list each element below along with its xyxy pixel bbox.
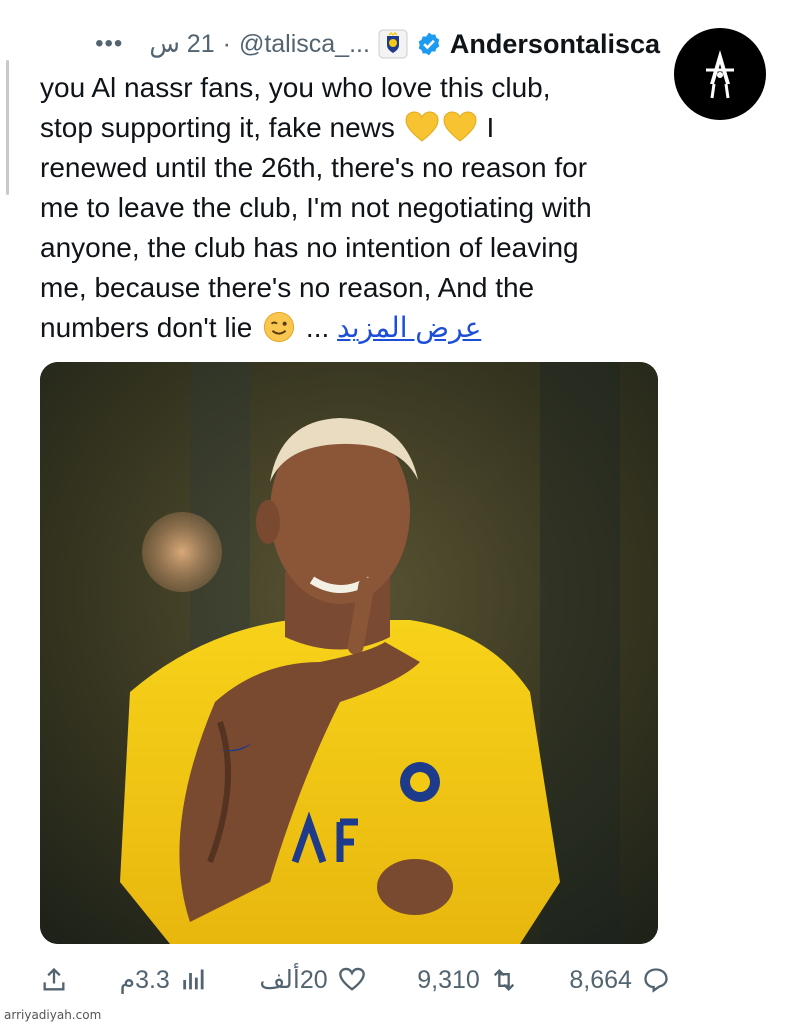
- tweet-line: you Al nassr fans, you who love this clu…: [40, 72, 551, 103]
- tweet-line: renewed until the 26th, there's no reaso…: [40, 152, 588, 183]
- like-button[interactable]: 20ألف: [259, 965, 365, 995]
- club-badge-icon: [378, 29, 408, 59]
- watermark: arriyadiyah.com: [4, 1008, 102, 1022]
- tweet-handle[interactable]: @talisca_...: [239, 30, 370, 59]
- tweet-photo[interactable]: [40, 362, 658, 944]
- retweet-count: 9,310: [417, 965, 480, 994]
- views-button[interactable]: 3.3م: [120, 965, 208, 995]
- reply-button[interactable]: 8,664: [569, 966, 670, 995]
- heart-icon: [338, 967, 365, 991]
- verified-badge-icon: [416, 31, 442, 57]
- avatar[interactable]: [674, 28, 766, 120]
- tweet-line: numbers don't lie ... عرض المزيد: [40, 311, 482, 343]
- meta-separator: ·: [222, 29, 231, 58]
- share-button[interactable]: [40, 966, 68, 994]
- reply-icon: [644, 968, 668, 993]
- like-count: 20ألف: [259, 966, 328, 994]
- reply-count: 8,664: [569, 965, 632, 994]
- display-name[interactable]: Andersontalisca: [450, 29, 660, 60]
- tweet-line: me to leave the club, I'm not negotiatin…: [40, 192, 592, 223]
- tweet-header: Andersontalisca @talisca_... · 21 س •••: [40, 24, 660, 64]
- retweet-button[interactable]: 9,310: [417, 966, 518, 995]
- yellow-heart-icon: [405, 111, 439, 143]
- yellow-heart-icon: [443, 111, 477, 143]
- tweet-time[interactable]: 21 س: [149, 29, 214, 59]
- more-options-button[interactable]: •••: [95, 30, 123, 58]
- share-icon: [43, 967, 65, 991]
- tweet-line: anyone, the club has no intention of lea…: [40, 232, 579, 263]
- tweet-line: me, because there's no reason, And the: [40, 272, 535, 303]
- views-count: 3.3م: [119, 966, 170, 994]
- scrollbar[interactable]: [6, 60, 9, 195]
- winking-face-icon: [262, 311, 296, 343]
- tweet-line: stop supporting it, fake news I: [40, 111, 495, 143]
- see-more-link[interactable]: عرض المزيد: [337, 312, 481, 343]
- retweet-icon: [493, 969, 514, 991]
- tweet-text: you Al nassr fans, you who love this clu…: [40, 68, 670, 348]
- views-icon: [183, 969, 204, 990]
- logo-icon: [706, 50, 734, 99]
- player-photo: [40, 362, 658, 944]
- action-bar: 3.3م 20ألف 9,310 8,664: [40, 958, 670, 1002]
